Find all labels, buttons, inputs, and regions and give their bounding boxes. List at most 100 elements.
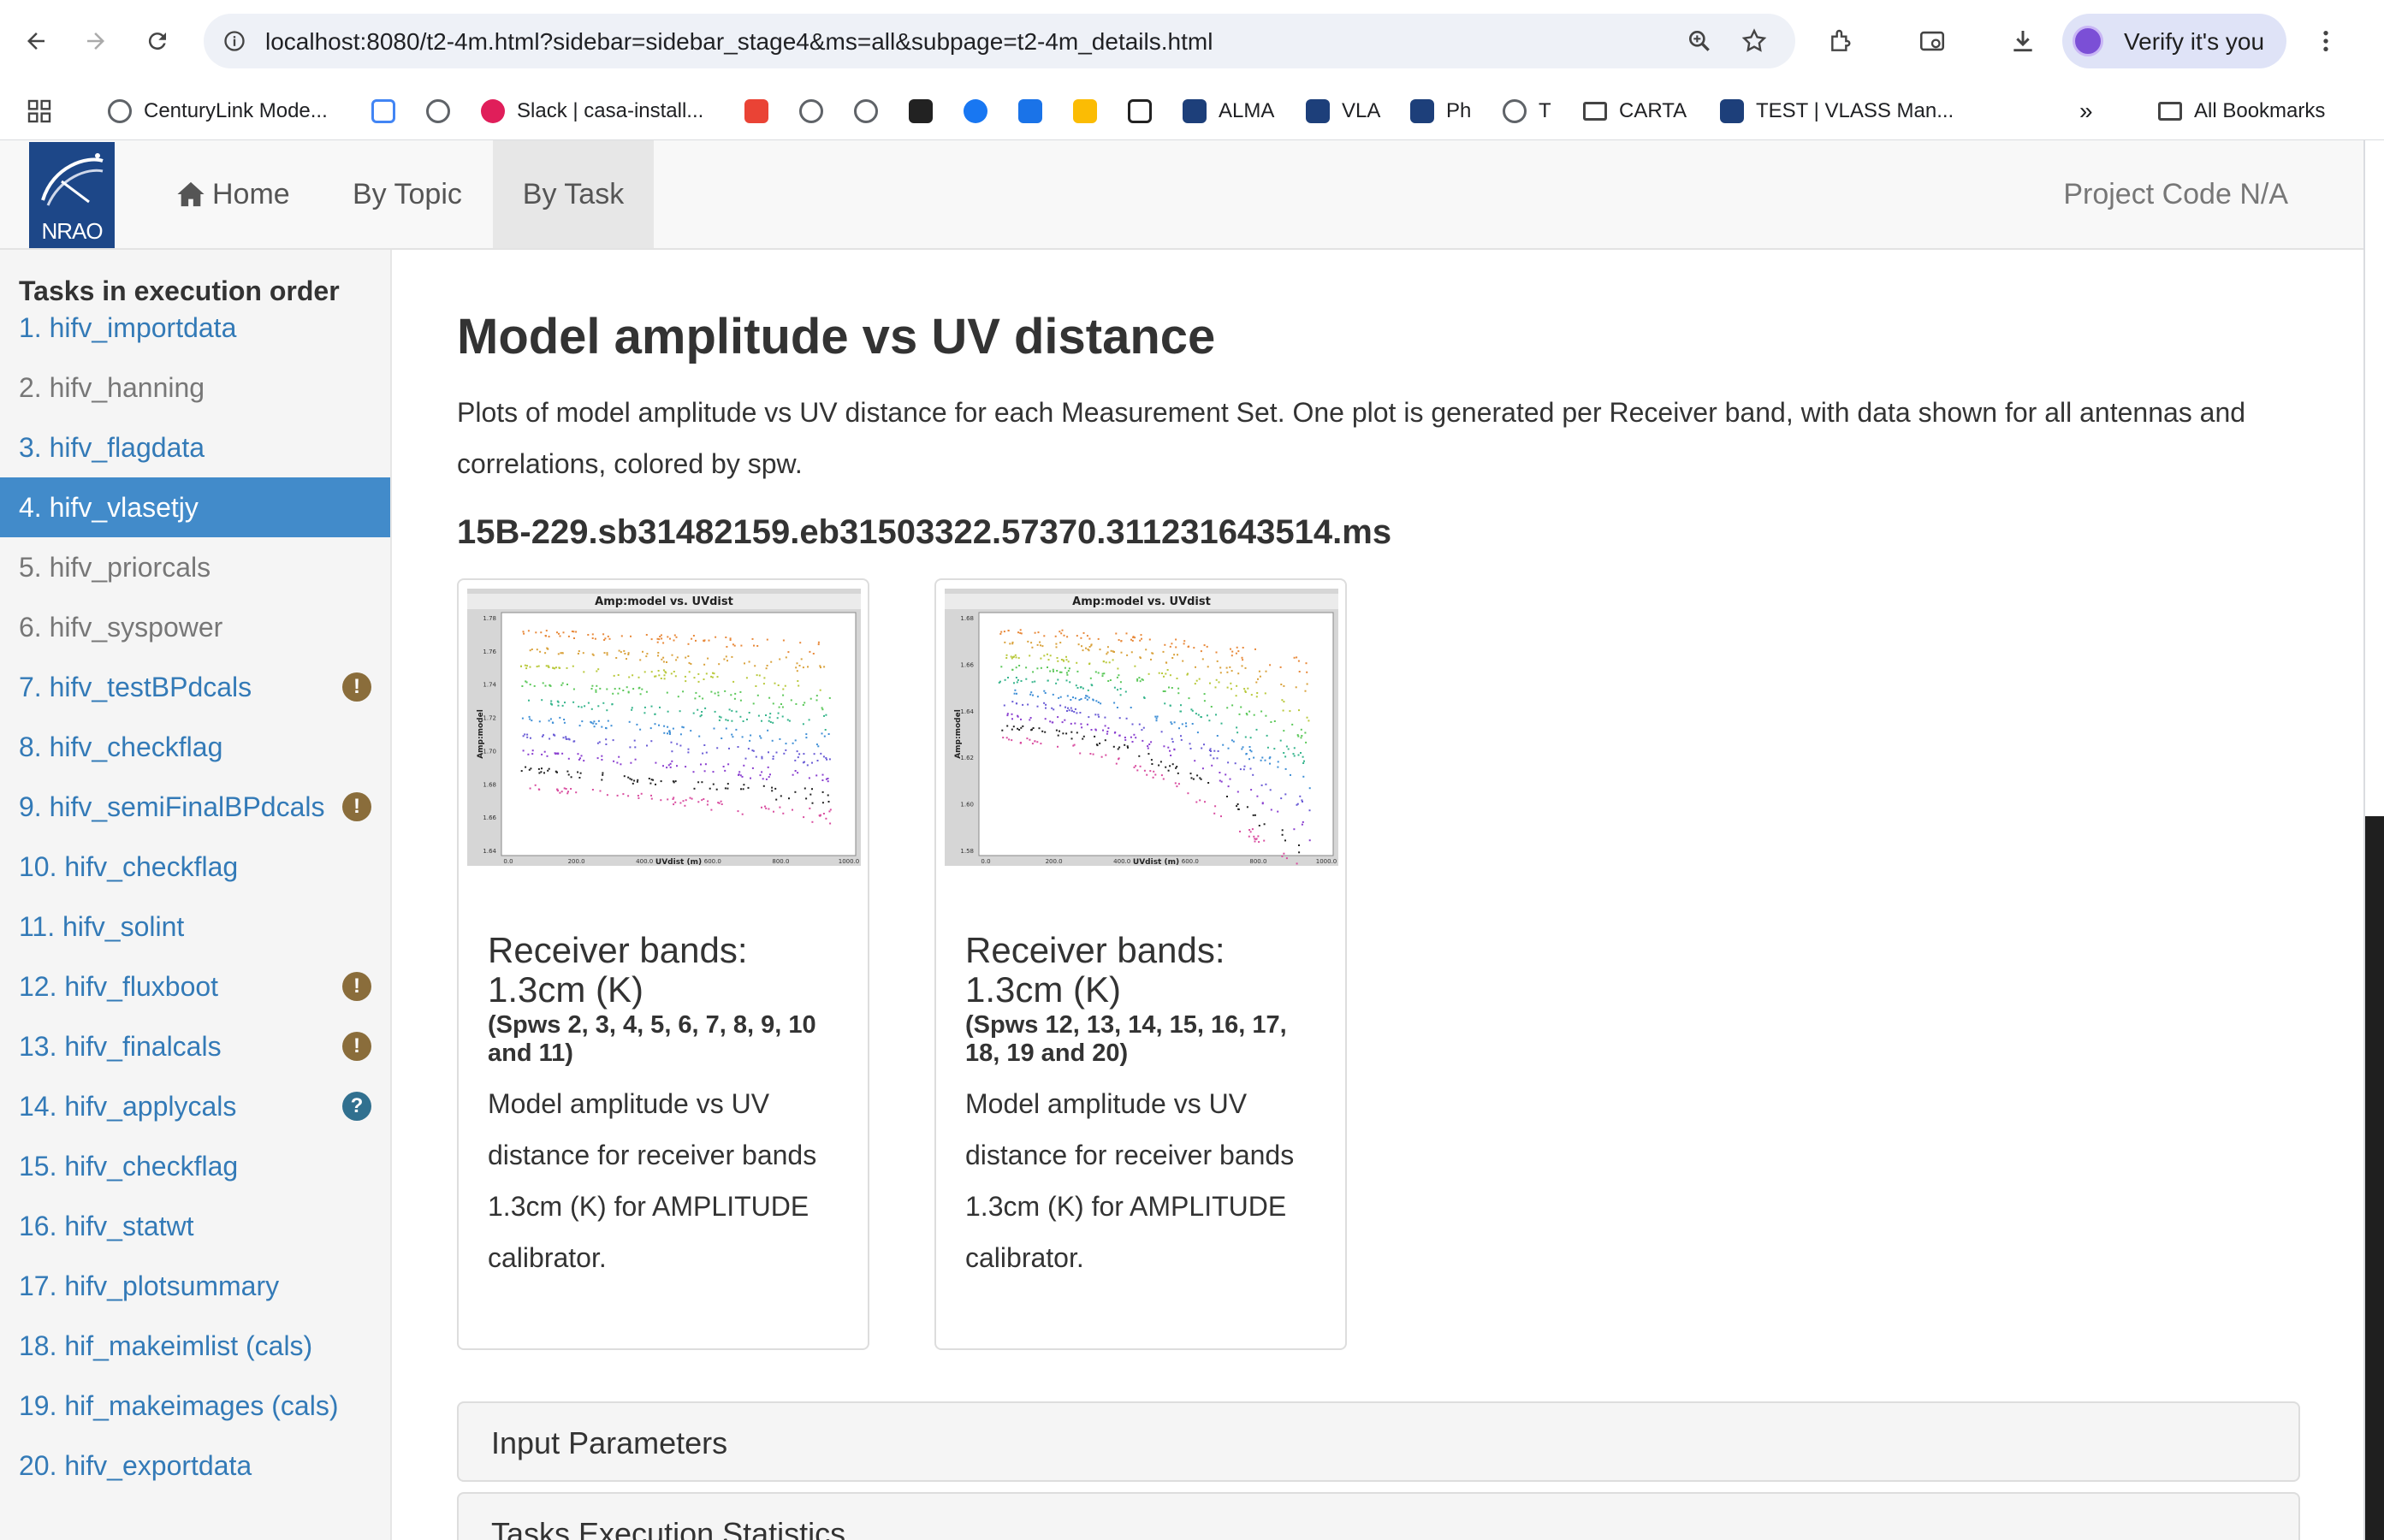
bookmark-site[interactable] bbox=[854, 92, 890, 130]
plot-point bbox=[1203, 693, 1206, 696]
bookmark-centurylink[interactable]: CenturyLink Mode... bbox=[108, 92, 328, 130]
sidebar-task-item[interactable]: 8. hifv_checkflag bbox=[0, 717, 390, 777]
plot-point bbox=[631, 707, 633, 709]
nav-home[interactable]: Home bbox=[176, 140, 290, 248]
sidebar-task-item[interactable]: 3. hifv_flagdata bbox=[0, 418, 390, 477]
all-bookmarks-button[interactable]: All Bookmarks bbox=[2158, 92, 2325, 130]
bookmark-amazon[interactable] bbox=[1128, 92, 1164, 130]
more-bookmarks-button[interactable]: » bbox=[2079, 92, 2093, 130]
tab-search-button[interactable] bbox=[1910, 19, 1954, 63]
bookmark-vla[interactable]: VLA bbox=[1306, 92, 1380, 130]
plot-point bbox=[1232, 740, 1235, 743]
bookmark-alma[interactable]: ALMA bbox=[1183, 92, 1274, 130]
plot-point bbox=[1118, 674, 1120, 677]
bookmark-tasks[interactable] bbox=[1018, 92, 1054, 130]
extensions-button[interactable] bbox=[1819, 19, 1864, 63]
bookmark-wu[interactable] bbox=[909, 92, 945, 130]
plot-point bbox=[819, 689, 821, 691]
plot-point bbox=[1163, 745, 1165, 748]
bookmark-calendar[interactable] bbox=[371, 92, 407, 130]
plot-point bbox=[613, 674, 615, 677]
back-button[interactable] bbox=[14, 19, 58, 63]
plot-point bbox=[1201, 767, 1204, 770]
bookmark-slack[interactable]: Slack | casa-install... bbox=[481, 92, 703, 130]
plot-point bbox=[628, 676, 631, 678]
plot-point bbox=[549, 718, 552, 720]
plot-point bbox=[781, 715, 784, 718]
sidebar-task-item[interactable]: 1. hifv_importdata bbox=[0, 298, 390, 358]
plot-point bbox=[606, 654, 608, 656]
nav-by-topic[interactable]: By Topic bbox=[335, 140, 479, 248]
bookmark-keep[interactable] bbox=[1073, 92, 1109, 130]
forward-button[interactable] bbox=[74, 19, 118, 63]
bookmark-site[interactable] bbox=[799, 92, 835, 130]
bookmark-folder-carta[interactable]: CARTA bbox=[1583, 92, 1687, 130]
plot-point bbox=[760, 737, 762, 739]
plot-point bbox=[1188, 697, 1190, 700]
plot-image[interactable]: Amp:model vs. UVdist 1.78 1.76 1.74 1.72 1.7… bbox=[467, 589, 861, 867]
exclamation-circle-icon: ! bbox=[342, 792, 371, 821]
plot-point bbox=[694, 697, 697, 700]
sidebar-task-item: 2. hifv_hanning bbox=[0, 358, 390, 418]
site-info-icon[interactable] bbox=[222, 29, 246, 53]
plot-point bbox=[1199, 799, 1201, 802]
input-parameters-panel[interactable]: Input Parameters bbox=[457, 1401, 2300, 1482]
plot-thumbnail[interactable]: Amp:model vs. UVdist 1.68 1.66 1.64 1.62 1.6… bbox=[934, 578, 1347, 1350]
sidebar-task-item[interactable]: 17. hifv_plotsummary bbox=[0, 1256, 390, 1316]
sidebar-task-item[interactable]: 13. hifv_finalcals! bbox=[0, 1016, 390, 1076]
plot-point bbox=[1165, 766, 1167, 768]
plot-thumbnail[interactable]: Amp:model vs. UVdist 1.78 1.76 1.74 1.72 1.7… bbox=[457, 578, 869, 1350]
plot-point bbox=[825, 817, 827, 820]
plot-point bbox=[1257, 678, 1259, 680]
profile-verify-button[interactable]: Verify it's you bbox=[2062, 14, 2286, 68]
sidebar-task-item[interactable]: 9. hifv_semiFinalBPdcals! bbox=[0, 777, 390, 837]
plot-point bbox=[1095, 700, 1098, 702]
bookmark-facebook[interactable] bbox=[964, 92, 999, 130]
browser-menu-button[interactable] bbox=[2304, 19, 2348, 63]
plot-point bbox=[1170, 755, 1172, 756]
apps-button[interactable] bbox=[26, 92, 53, 130]
sidebar-task-item[interactable]: 10. hifv_checkflag bbox=[0, 837, 390, 897]
sidebar-task-item[interactable]: 16. hifv_statwt bbox=[0, 1196, 390, 1256]
plot-point bbox=[1040, 743, 1042, 745]
sidebar-task-item[interactable]: 14. hifv_applycals? bbox=[0, 1076, 390, 1136]
plot-point bbox=[1169, 674, 1171, 677]
sidebar-task-item[interactable]: 11. hifv_solint bbox=[0, 897, 390, 957]
sidebar-task-item[interactable]: 15. hifv_checkflag bbox=[0, 1136, 390, 1196]
plot-point bbox=[1110, 649, 1112, 652]
sidebar-task-item[interactable]: 12. hifv_fluxboot! bbox=[0, 957, 390, 1016]
plot-point bbox=[1030, 691, 1033, 694]
bookmark-t[interactable]: T bbox=[1503, 92, 1551, 130]
plot-point bbox=[1265, 670, 1267, 672]
plot-point bbox=[1173, 749, 1176, 751]
star-icon[interactable] bbox=[1741, 27, 1768, 55]
plot-point bbox=[1017, 715, 1019, 718]
zoom-icon[interactable] bbox=[1686, 27, 1713, 55]
plot-point bbox=[1216, 757, 1219, 760]
plot-point bbox=[1285, 857, 1288, 860]
bookmark-ph[interactable]: Ph bbox=[1410, 92, 1471, 130]
plot-point bbox=[768, 720, 770, 722]
sidebar-task-item[interactable]: 19. hif_makeimages (cals) bbox=[0, 1376, 390, 1436]
sidebar-task-item[interactable]: 20. hifv_exportdata bbox=[0, 1436, 390, 1496]
sidebar-task-item[interactable]: 7. hifv_testBPdcals! bbox=[0, 657, 390, 717]
sidebar-task-item[interactable]: 18. hif_makeimlist (cals) bbox=[0, 1316, 390, 1376]
reload-button[interactable] bbox=[135, 19, 180, 63]
downloads-button[interactable] bbox=[2001, 19, 2045, 63]
plot-point bbox=[666, 661, 667, 663]
bookmark-vlass[interactable]: TEST | VLASS Man... bbox=[1720, 92, 1954, 130]
plot-point bbox=[1036, 696, 1039, 698]
nrao-logo[interactable]: NRAO bbox=[29, 142, 115, 248]
plot-point bbox=[563, 787, 566, 790]
plot-point bbox=[1004, 641, 1006, 643]
plot-image[interactable]: Amp:model vs. UVdist 1.68 1.66 1.64 1.62 1.6… bbox=[945, 589, 1338, 886]
plot-point bbox=[630, 635, 632, 637]
address-bar[interactable]: localhost:8080/t2-4m.html?sidebar=sideba… bbox=[204, 14, 1795, 68]
task-execution-statistics-panel[interactable]: Tasks Execution Statistics bbox=[457, 1492, 2300, 1540]
sidebar-task-item[interactable]: 4. hifv_vlasetjy bbox=[0, 477, 390, 537]
nav-by-task[interactable]: By Task bbox=[493, 140, 654, 248]
bookmark-gmail[interactable] bbox=[744, 92, 780, 130]
plot-point bbox=[682, 800, 685, 803]
plot-point bbox=[672, 727, 674, 730]
bookmark-site[interactable] bbox=[426, 92, 462, 130]
